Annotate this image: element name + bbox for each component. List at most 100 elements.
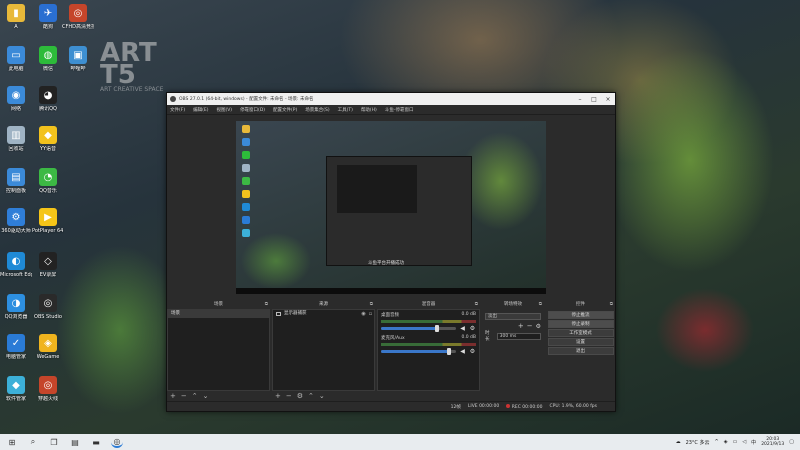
menu-item[interactable]: 帮助(H) — [361, 107, 377, 113]
menu-item[interactable]: 编辑(E) — [193, 107, 208, 113]
source-item[interactable]: 显示器捕获 ◉ ▫ — [273, 310, 374, 318]
control-button[interactable]: 停止录制 — [547, 320, 614, 328]
qqmusic-icon: ◔ — [39, 168, 57, 186]
move-up-icon[interactable]: ⌃ — [308, 392, 314, 400]
store-icon[interactable]: ▤ — [69, 436, 81, 448]
obs-app-icon — [170, 96, 176, 102]
preview-taskbar — [236, 288, 546, 294]
dock-undock-icon[interactable]: ⧉ — [265, 301, 268, 309]
close-icon[interactable]: × — [601, 96, 615, 103]
desktop-icon[interactable]: ◑ QQ浏览器 — [0, 294, 32, 320]
dock-undock-icon[interactable]: ⧉ — [475, 301, 478, 309]
qq-icon: ◕ — [39, 86, 57, 104]
bilibili-icon: ▣ — [69, 46, 87, 64]
menu-item[interactable]: 场景集合(S) — [305, 107, 329, 113]
dock-undock-icon[interactable]: ⧉ — [539, 301, 542, 309]
volume-icon[interactable]: ◀ — [459, 325, 466, 332]
volume-slider[interactable] — [381, 348, 456, 355]
desktop-icon-label: 酷狗 — [42, 24, 53, 30]
desktop-icon[interactable]: ▶ PotPlayer 64 bit — [32, 208, 64, 234]
shield-icon[interactable]: ◈ — [724, 439, 728, 445]
desktop-icon[interactable]: ▮ A — [0, 4, 32, 30]
desktop-icon[interactable]: ▤ 控制面板 — [0, 168, 32, 194]
move-down-icon[interactable]: ⌄ — [203, 392, 209, 400]
transition-select[interactable]: 淡出 — [485, 312, 541, 320]
notification-icon[interactable]: ▢ — [789, 439, 794, 445]
control-button[interactable]: 设置 — [547, 338, 614, 346]
move-down-icon[interactable]: ⌄ — [319, 392, 325, 400]
gear-icon[interactable]: ⚙ — [469, 325, 476, 332]
volume-knob[interactable] — [435, 325, 440, 332]
menu-item[interactable]: 视图(V) — [216, 107, 232, 113]
desktop-icon[interactable]: ▭ 此电脑 — [0, 46, 32, 72]
preview-canvas[interactable]: 斗鱼平台开播成功 — [236, 121, 546, 294]
move-up-icon[interactable]: ⌃ — [192, 392, 198, 400]
volume-slider[interactable] — [381, 325, 456, 332]
eye-icon[interactable]: ◉ — [360, 310, 367, 318]
obs-titlebar[interactable]: OBS 27.0.1 (64-bit, windows) - 配置文件: 未命名… — [167, 93, 615, 105]
obs-taskbar-icon[interactable]: ◎ — [111, 436, 123, 448]
desktop-icon[interactable]: ⚙ 360驱动大师 — [0, 208, 32, 234]
desktop-icon-label: 360驱动大师 — [1, 228, 31, 234]
desktop-icon[interactable]: ◉ 网络 — [0, 86, 32, 112]
maximize-icon[interactable]: □ — [587, 96, 601, 103]
remove-icon[interactable]: − — [181, 392, 187, 400]
remove-icon[interactable]: − — [286, 392, 292, 400]
clock[interactable]: 20:03 2021/9/13 — [761, 437, 784, 448]
settings-icon[interactable]: ⚙ — [297, 392, 303, 400]
mixer-title: 混音器 — [421, 302, 436, 307]
gear-icon[interactable]: ⚙ — [469, 348, 476, 355]
file-explorer-icon[interactable]: ▬ — [90, 436, 102, 448]
computer-icon: ▭ — [7, 46, 25, 64]
desktop-icon[interactable]: ✓ 电脑管家 — [0, 334, 32, 360]
desktop-icon[interactable]: ◆ 软件管家 — [0, 376, 32, 402]
desktop-icon[interactable]: ◎ CFHD高清竞技大区 — [62, 4, 94, 30]
desktop-icon[interactable]: ▣ 哔哩哔 — [62, 46, 94, 72]
weather-icon: ☁ — [675, 439, 681, 445]
add-icon[interactable]: + — [275, 392, 281, 400]
desktop-icon[interactable]: ◎ 穿越火线 — [32, 376, 64, 402]
desktop-icon[interactable]: ◍ 微信 — [32, 46, 64, 72]
tray-arrow-icon[interactable]: ^ — [715, 439, 719, 445]
start-menu-icon[interactable]: ⊞ — [6, 436, 18, 448]
transitions-dock: 转场特效 ⧉ 淡出 + − ⚙ 时长 300 ms — [482, 301, 544, 401]
volume-knob[interactable] — [446, 348, 451, 355]
dock-undock-icon[interactable]: ⧉ — [610, 301, 613, 309]
transition-settings-icon[interactable]: ⚙ — [536, 323, 541, 330]
volume-icon[interactable]: ◀ — [459, 348, 466, 355]
menu-item[interactable]: 工具(T) — [338, 107, 353, 113]
remove-transition-icon[interactable]: − — [527, 322, 533, 330]
desktop-icon[interactable]: ◆ YY语音 — [32, 126, 64, 152]
search-icon[interactable]: ⌕ — [27, 436, 39, 448]
network-icon[interactable]: ▭ — [733, 439, 738, 445]
scene-item[interactable]: 场景 — [168, 310, 269, 318]
menu-item[interactable]: 斗鱼-停靠窗口 — [385, 107, 414, 113]
dock-area: 场景 ⧉ 场景 + − ⌃ ⌄ 来源 ⧉ 显示器捕获 ◉ ▫ + − ⚙ ⌃ ⌄… — [167, 301, 615, 401]
desktop-icon[interactable]: ◎ OBS Studio — [32, 294, 64, 320]
duration-input[interactable]: 300 ms — [496, 332, 541, 340]
dock-undock-icon[interactable]: ⧉ — [370, 301, 373, 309]
task-view-icon[interactable]: ❐ — [48, 436, 60, 448]
desktop-icon[interactable]: ◐ Microsoft Edge — [0, 252, 32, 278]
obs-window[interactable]: OBS 27.0.1 (64-bit, windows) - 配置文件: 未命名… — [166, 92, 616, 412]
add-transition-icon[interactable]: + — [518, 322, 524, 330]
desktop-icon[interactable]: ◈ WeGame — [32, 334, 64, 360]
add-icon[interactable]: + — [170, 392, 176, 400]
desktop-icon[interactable]: ◔ QQ音乐 — [32, 168, 64, 194]
desktop-icon[interactable]: ◇ EV录屏 — [32, 252, 64, 278]
control-button[interactable]: 退出 — [547, 347, 614, 355]
weather-text[interactable]: 23°C 多云 — [686, 439, 710, 446]
folder-icon: ▮ — [7, 4, 25, 22]
menu-item[interactable]: 文件(F) — [170, 107, 185, 113]
minimize-icon[interactable]: – — [573, 96, 587, 103]
control-button[interactable]: 停止推流 — [547, 311, 614, 319]
desktop-icon[interactable]: ✈ 酷狗 — [32, 4, 64, 30]
desktop-icon[interactable]: ▥ 回收站 — [0, 126, 32, 152]
ime-indicator[interactable]: 中 — [751, 439, 756, 446]
control-button[interactable]: 工作室模式 — [547, 329, 614, 337]
desktop-icon[interactable]: ◕ 腾讯QQ — [32, 86, 64, 112]
lock-icon[interactable]: ▫ — [367, 310, 374, 318]
menu-item[interactable]: 停靠窗口(D) — [240, 107, 265, 113]
menu-item[interactable]: 配置文件(P) — [273, 107, 297, 113]
volume-icon[interactable]: ◁ — [742, 439, 746, 445]
